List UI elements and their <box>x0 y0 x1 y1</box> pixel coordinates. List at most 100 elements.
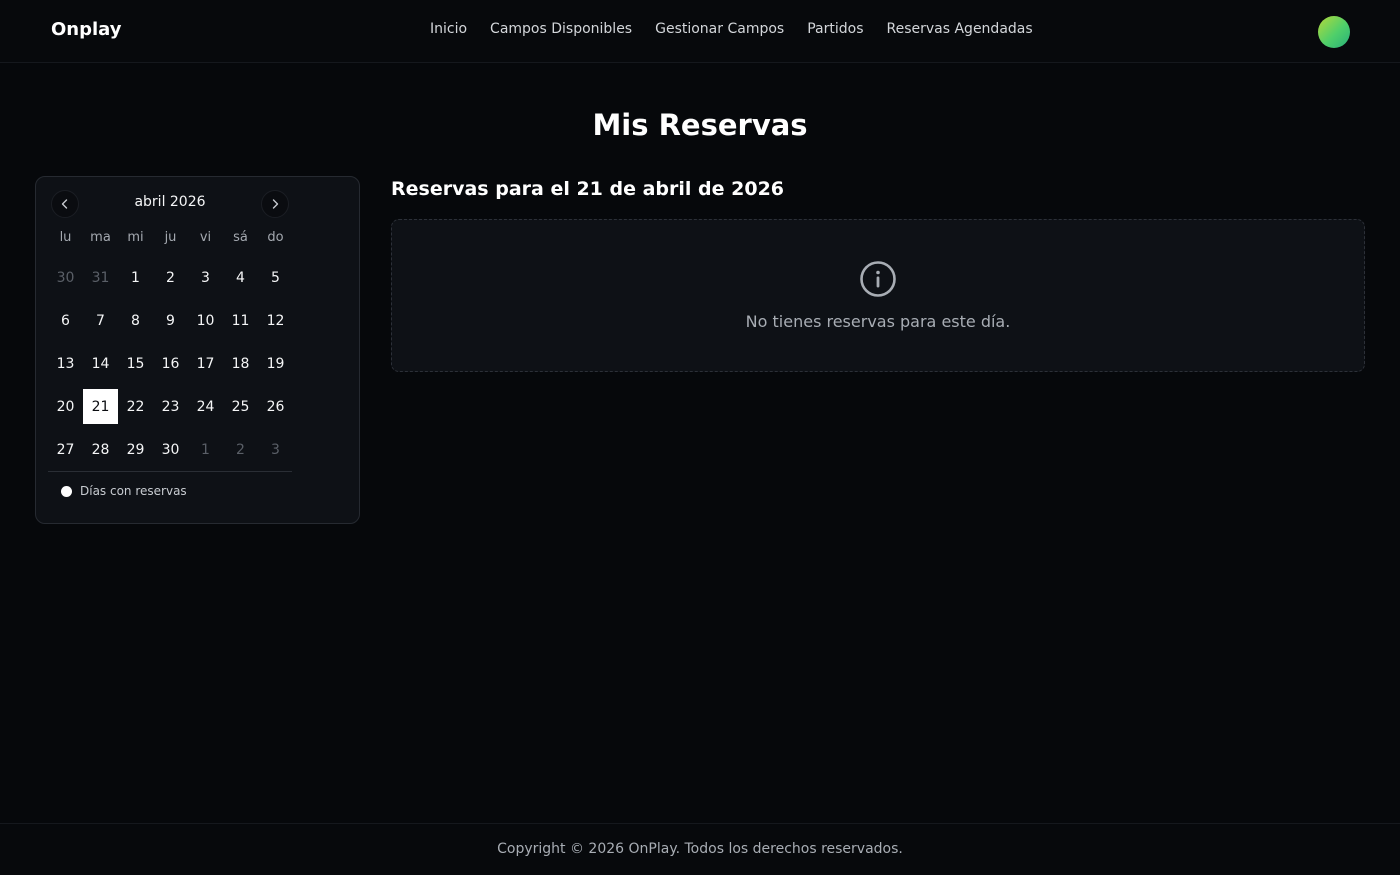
chevron-right-icon <box>272 199 279 209</box>
calendar-day-number: 28 <box>91 441 110 458</box>
calendar-day[interactable]: 3 <box>188 256 223 299</box>
calendar-day-number: 4 <box>236 269 245 286</box>
footer-copyright: Copyright © 2026 OnPlay. Todos los derec… <box>497 841 903 857</box>
calendar-next-month-button[interactable] <box>261 190 289 218</box>
calendar-day[interactable]: 1 <box>118 256 153 299</box>
calendar-day-number: 24 <box>196 398 215 415</box>
calendar-day[interactable]: 31 <box>83 256 118 299</box>
calendar-day-selected[interactable]: 21 <box>83 385 118 428</box>
calendar-day[interactable]: 7 <box>83 299 118 342</box>
weekday-label: ma <box>90 230 111 245</box>
brand-logo[interactable]: Onplay <box>51 19 122 40</box>
calendar-day[interactable]: 6 <box>48 299 83 342</box>
calendar-day-number: 8 <box>131 312 140 329</box>
calendar-day-number: 31 <box>91 269 110 286</box>
calendar-day-number: 12 <box>266 312 285 329</box>
calendar-day[interactable]: 16 <box>153 342 188 385</box>
nav-link-inicio[interactable]: Inicio <box>430 21 467 37</box>
calendar-day-number: 13 <box>56 355 75 372</box>
calendar-day[interactable]: 22 <box>118 385 153 428</box>
calendar-day-number: 1 <box>131 269 140 286</box>
calendar-day[interactable]: 10 <box>188 299 223 342</box>
nav-link-partidos[interactable]: Partidos <box>807 21 863 37</box>
calendar-day[interactable]: 11 <box>223 299 258 342</box>
calendar-legend: Días con reservas <box>61 484 187 498</box>
calendar-day[interactable]: 14 <box>83 342 118 385</box>
calendar-day[interactable]: 24 <box>188 385 223 428</box>
calendar-day-number: 7 <box>96 312 105 329</box>
calendar-day[interactable]: 17 <box>188 342 223 385</box>
calendar-day[interactable]: 20 <box>48 385 83 428</box>
weekday-label: mi <box>127 230 144 245</box>
calendar-day-number: 21 <box>83 389 118 424</box>
calendar-day-number: 5 <box>271 269 280 286</box>
calendar-day[interactable]: 29 <box>118 428 153 471</box>
calendar-day[interactable]: 12 <box>258 299 293 342</box>
calendar-day-number: 15 <box>126 355 145 372</box>
info-circle-icon <box>860 261 896 297</box>
calendar-day[interactable]: 2 <box>223 428 258 471</box>
nav-link-gestionar-campos[interactable]: Gestionar Campos <box>655 21 784 37</box>
legend-label: Días con reservas <box>80 484 187 498</box>
calendar-day[interactable]: 18 <box>223 342 258 385</box>
calendar-day-number: 29 <box>126 441 145 458</box>
calendar-day-number: 3 <box>271 441 280 458</box>
weekday-label: do <box>267 230 284 245</box>
footer: Copyright © 2026 OnPlay. Todos los derec… <box>0 823 1400 875</box>
calendar-day[interactable]: 3 <box>258 428 293 471</box>
calendar-day[interactable]: 2 <box>153 256 188 299</box>
calendar-prev-month-button[interactable] <box>51 190 79 218</box>
empty-reservations-text: No tienes reservas para este día. <box>745 312 1011 331</box>
calendar-day[interactable]: 15 <box>118 342 153 385</box>
reservations-heading: Reservas para el 21 de abril de 2026 <box>391 178 785 200</box>
chevron-left-icon <box>61 199 68 209</box>
calendar-day-number: 25 <box>231 398 250 415</box>
calendar-day-number: 10 <box>196 312 215 329</box>
weekday-label: vi <box>199 230 212 245</box>
calendar-day[interactable]: 30 <box>48 256 83 299</box>
empty-reservations-box: No tienes reservas para este día. <box>391 219 1365 372</box>
calendar-day[interactable]: 4 <box>223 256 258 299</box>
calendar-day-number: 11 <box>231 312 250 329</box>
calendar-day-number: 30 <box>161 441 180 458</box>
reservation-dot-icon <box>61 485 72 497</box>
calendar-day[interactable]: 28 <box>83 428 118 471</box>
calendar-day-number: 26 <box>266 398 285 415</box>
calendar-day[interactable]: 27 <box>48 428 83 471</box>
calendar-day-number: 23 <box>161 398 180 415</box>
calendar-day-number: 1 <box>201 441 210 458</box>
calendar-day-number: 22 <box>126 398 145 415</box>
calendar-day-number: 17 <box>196 355 215 372</box>
calendar-day[interactable]: 1 <box>188 428 223 471</box>
weekday-label: lu <box>59 230 72 245</box>
calendar-day-number: 2 <box>236 441 245 458</box>
page-title: Mis Reservas <box>592 108 808 142</box>
calendar-day[interactable]: 13 <box>48 342 83 385</box>
calendar-day[interactable]: 23 <box>153 385 188 428</box>
calendar-day-number: 27 <box>56 441 75 458</box>
calendar-day-number: 3 <box>201 269 210 286</box>
weekday-label: ju <box>164 230 177 245</box>
calendar-day-grid: 30 31 1 2 3 4 5 6 7 8 9 10 11 12 13 14 15 16 17 18 19 20 21 22 2… <box>48 256 293 471</box>
nav-link-reservas-agendadas[interactable]: Reservas Agendadas <box>887 21 1033 37</box>
calendar-day-number: 6 <box>61 312 70 329</box>
calendar-day-number: 9 <box>166 312 175 329</box>
calendar-day-number: 2 <box>166 269 175 286</box>
user-avatar[interactable] <box>1318 16 1350 48</box>
calendar-day[interactable]: 5 <box>258 256 293 299</box>
weekday-label: sá <box>233 230 248 245</box>
main-nav: Inicio Campos Disponibles Gestionar Camp… <box>430 21 1056 37</box>
calendar-day-number: 30 <box>56 269 75 286</box>
calendar-day[interactable]: 26 <box>258 385 293 428</box>
calendar-day[interactable]: 9 <box>153 299 188 342</box>
calendar-day[interactable]: 8 <box>118 299 153 342</box>
calendar-day-number: 20 <box>56 398 75 415</box>
calendar-day[interactable]: 19 <box>258 342 293 385</box>
calendar-day[interactable]: 25 <box>223 385 258 428</box>
nav-link-campos-disponibles[interactable]: Campos Disponibles <box>490 21 632 37</box>
calendar-day-number: 14 <box>91 355 110 372</box>
calendar-day[interactable]: 30 <box>153 428 188 471</box>
calendar-card: abril 2026 lu ma mi ju vi sá do 30 31 1 2 3 4 5 6 7 8 9 1… <box>35 176 360 524</box>
calendar-divider <box>48 471 292 472</box>
calendar-day-number: 16 <box>161 355 180 372</box>
